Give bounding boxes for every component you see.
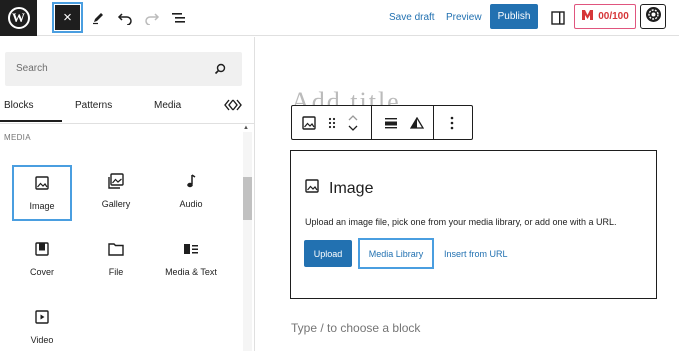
block-appender-placeholder[interactable]: Type / to choose a block (291, 321, 420, 335)
align-icon[interactable] (384, 114, 398, 132)
scrollbar-track[interactable] (243, 132, 252, 351)
insert-from-url-button[interactable]: Insert from URL (444, 249, 508, 259)
block-label: Audio (179, 199, 203, 209)
scroll-up-arrow-icon[interactable]: ▲ (243, 125, 249, 131)
block-inserter-panel: Search Blocks Patterns Media MEDIA ▲ Ima… (0, 37, 255, 351)
cover-icon (35, 241, 49, 257)
tab-patterns[interactable]: Patterns (75, 100, 112, 111)
block-toolbar (291, 105, 473, 140)
toolbar-separator (371, 106, 372, 139)
seo-score-icon (581, 9, 594, 24)
image-block-title: Image (329, 179, 374, 197)
audio-icon (185, 173, 197, 189)
video-icon (35, 309, 49, 325)
image-icon (305, 179, 319, 198)
block-label: Video (30, 335, 54, 345)
list-view-icon[interactable] (169, 8, 189, 28)
block-item-audio[interactable]: Audio (161, 165, 221, 221)
block-item-video[interactable]: Video (12, 301, 72, 351)
settings-button[interactable] (640, 4, 666, 29)
block-label: Media & Text (165, 267, 217, 277)
redo-icon (142, 8, 162, 28)
block-item-file[interactable]: File (86, 233, 146, 289)
move-up-down-icon[interactable] (348, 108, 358, 138)
block-item-media-text[interactable]: Media & Text (161, 233, 221, 289)
wordpress-logo-letter: W (7, 7, 30, 29)
block-label: Gallery (101, 199, 131, 209)
seo-score-value: 00/100 (598, 11, 629, 22)
tabs-divider (0, 123, 255, 124)
more-options-icon[interactable] (450, 114, 454, 132)
block-label: Image (29, 201, 55, 211)
block-item-gallery[interactable]: Gallery (86, 165, 146, 221)
publish-button[interactable]: Publish (490, 4, 538, 29)
save-draft-button[interactable]: Save draft (389, 12, 435, 23)
image-icon (35, 175, 49, 191)
tab-media[interactable]: Media (154, 100, 181, 111)
wordpress-logo-icon[interactable]: W (0, 0, 37, 36)
close-inserter-button[interactable]: × (52, 2, 83, 33)
block-item-cover[interactable]: Cover (12, 233, 72, 289)
file-icon (108, 241, 124, 257)
undo-icon[interactable] (115, 8, 135, 28)
seo-score-button[interactable]: 00/100 (574, 4, 636, 29)
media-text-icon (183, 241, 199, 257)
preview-button[interactable]: Preview (446, 12, 482, 23)
block-patterns-icon[interactable] (224, 97, 242, 116)
toolbar-separator (433, 106, 434, 139)
pencil-icon[interactable] (88, 8, 108, 28)
upload-button[interactable]: Upload (304, 240, 352, 267)
top-toolbar: W × Save draft Preview Publish 00/100 (0, 0, 679, 36)
duotone-filter-icon[interactable] (410, 114, 424, 132)
inserter-tabs: Blocks Patterns Media (0, 97, 255, 122)
active-tab-indicator (0, 120, 62, 122)
block-type-image-icon[interactable] (302, 114, 316, 132)
image-block-header: Image (305, 179, 373, 198)
gear-icon (645, 6, 662, 28)
block-label: File (108, 267, 124, 277)
search-placeholder: Search (16, 63, 48, 74)
tab-blocks[interactable]: Blocks (4, 100, 33, 111)
image-block-instructions: Upload an image file, pick one from your… (305, 217, 617, 227)
close-icon: × (55, 5, 80, 30)
drag-handle-icon[interactable] (328, 114, 336, 132)
search-icon (214, 62, 226, 80)
image-block-placeholder: Image Upload an image file, pick one fro… (290, 150, 657, 299)
block-search-field[interactable]: Search (5, 52, 242, 86)
sidebar-toggle-icon[interactable] (548, 8, 568, 28)
scrollbar-thumb[interactable] (243, 177, 252, 220)
block-label: Cover (29, 267, 54, 277)
gallery-icon (108, 173, 124, 189)
category-label: MEDIA (4, 133, 31, 142)
editor-canvas: Add title Image Upload an image file, pi… (256, 37, 679, 351)
block-item-image[interactable]: Image (12, 165, 72, 221)
media-library-button[interactable]: Media Library (358, 238, 434, 269)
